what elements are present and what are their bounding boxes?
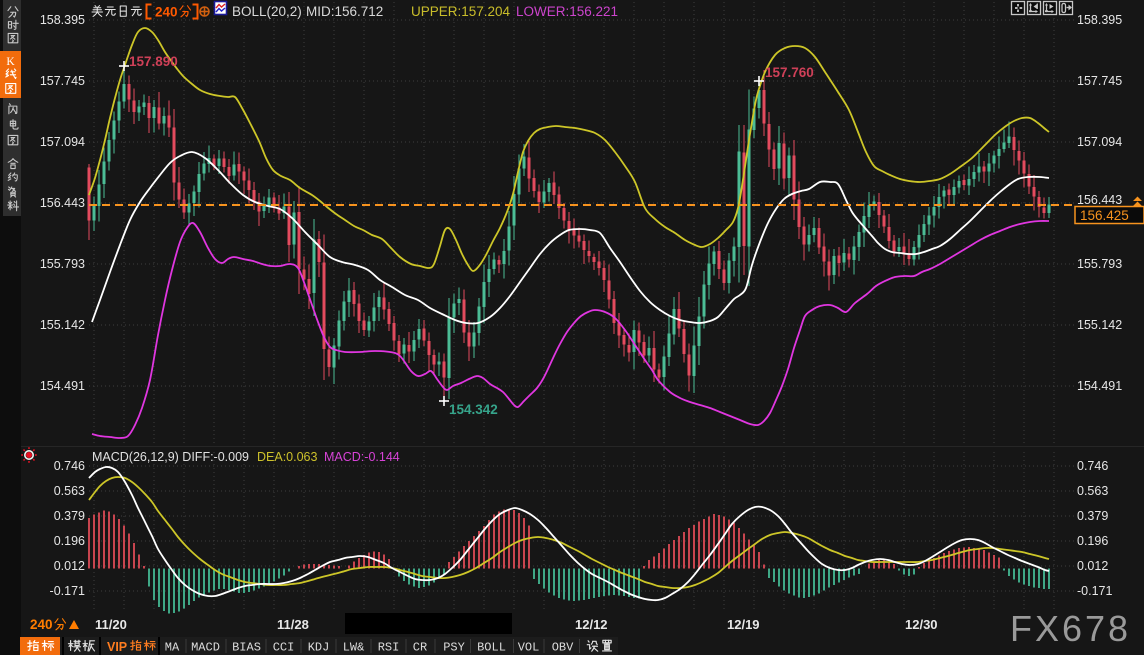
svg-text:11/28: 11/28	[277, 617, 309, 632]
svg-text:0.379: 0.379	[1077, 509, 1108, 523]
svg-text:K: K	[6, 56, 15, 68]
svg-text:UPPER:157.204: UPPER:157.204	[411, 4, 511, 19]
svg-text:0.746: 0.746	[1077, 459, 1108, 473]
svg-text:MACD: MACD	[191, 641, 220, 655]
svg-text:BOLL(20,2): BOLL(20,2)	[232, 4, 302, 19]
svg-text:12/19: 12/19	[727, 617, 760, 632]
svg-text:MACD(26,12,9) DIFF:-0.009: MACD(26,12,9) DIFF:-0.009	[92, 450, 249, 464]
svg-text:12/12: 12/12	[575, 617, 608, 632]
svg-text:0.563: 0.563	[1077, 484, 1108, 498]
svg-text:156.443: 156.443	[1077, 193, 1122, 207]
svg-text:FX678: FX678	[1010, 608, 1131, 649]
svg-text:158.395: 158.395	[40, 13, 85, 27]
svg-text:157.745: 157.745	[40, 74, 85, 88]
svg-text:154.491: 154.491	[1077, 379, 1122, 393]
svg-text:MA: MA	[165, 641, 180, 655]
svg-text:MACD:-0.144: MACD:-0.144	[324, 450, 400, 464]
svg-text:155.142: 155.142	[40, 318, 85, 332]
svg-text:154.491: 154.491	[40, 379, 85, 393]
svg-text:0.563: 0.563	[54, 484, 85, 498]
svg-text:240: 240	[30, 617, 53, 632]
svg-text:DEA:0.063: DEA:0.063	[257, 450, 318, 464]
svg-text:240: 240	[155, 5, 178, 20]
svg-text:157.890: 157.890	[129, 54, 178, 69]
svg-text:0.012: 0.012	[54, 559, 85, 573]
svg-text:157.760: 157.760	[765, 65, 814, 80]
svg-text:VOL: VOL	[518, 641, 540, 655]
svg-text:156.443: 156.443	[40, 196, 85, 210]
svg-text:155.793: 155.793	[40, 257, 85, 271]
svg-text:VIP: VIP	[107, 640, 127, 654]
svg-text:0.196: 0.196	[54, 534, 85, 548]
svg-text:155.793: 155.793	[1077, 257, 1122, 271]
svg-text:CCI: CCI	[273, 641, 295, 655]
svg-text:BIAS: BIAS	[232, 641, 261, 655]
svg-text:LOWER:156.221: LOWER:156.221	[516, 4, 618, 19]
svg-text:CR: CR	[413, 641, 427, 655]
svg-text:BOLL: BOLL	[477, 641, 506, 655]
svg-text:MID:156.712: MID:156.712	[306, 4, 383, 19]
svg-text:156.425: 156.425	[1080, 208, 1129, 223]
svg-text:158.395: 158.395	[1077, 13, 1122, 27]
svg-text:157.094: 157.094	[40, 135, 85, 149]
svg-text:155.142: 155.142	[1077, 318, 1122, 332]
svg-text:-0.171: -0.171	[1077, 584, 1112, 598]
svg-text:OBV: OBV	[552, 641, 574, 655]
svg-text:12/30: 12/30	[905, 617, 938, 632]
svg-text:0.379: 0.379	[54, 509, 85, 523]
svg-text:0.746: 0.746	[54, 459, 85, 473]
svg-text:PSY: PSY	[443, 641, 465, 655]
svg-text:0.012: 0.012	[1077, 559, 1108, 573]
svg-text:KDJ: KDJ	[308, 641, 330, 655]
svg-text:154.342: 154.342	[449, 402, 498, 417]
svg-text:157.745: 157.745	[1077, 74, 1122, 88]
svg-text:157.094: 157.094	[1077, 135, 1122, 149]
svg-text:LW&: LW&	[343, 641, 365, 655]
svg-text:-0.171: -0.171	[50, 584, 85, 598]
svg-text:0.196: 0.196	[1077, 534, 1108, 548]
svg-text:RSI: RSI	[378, 641, 400, 655]
svg-text:11/20: 11/20	[95, 617, 127, 632]
